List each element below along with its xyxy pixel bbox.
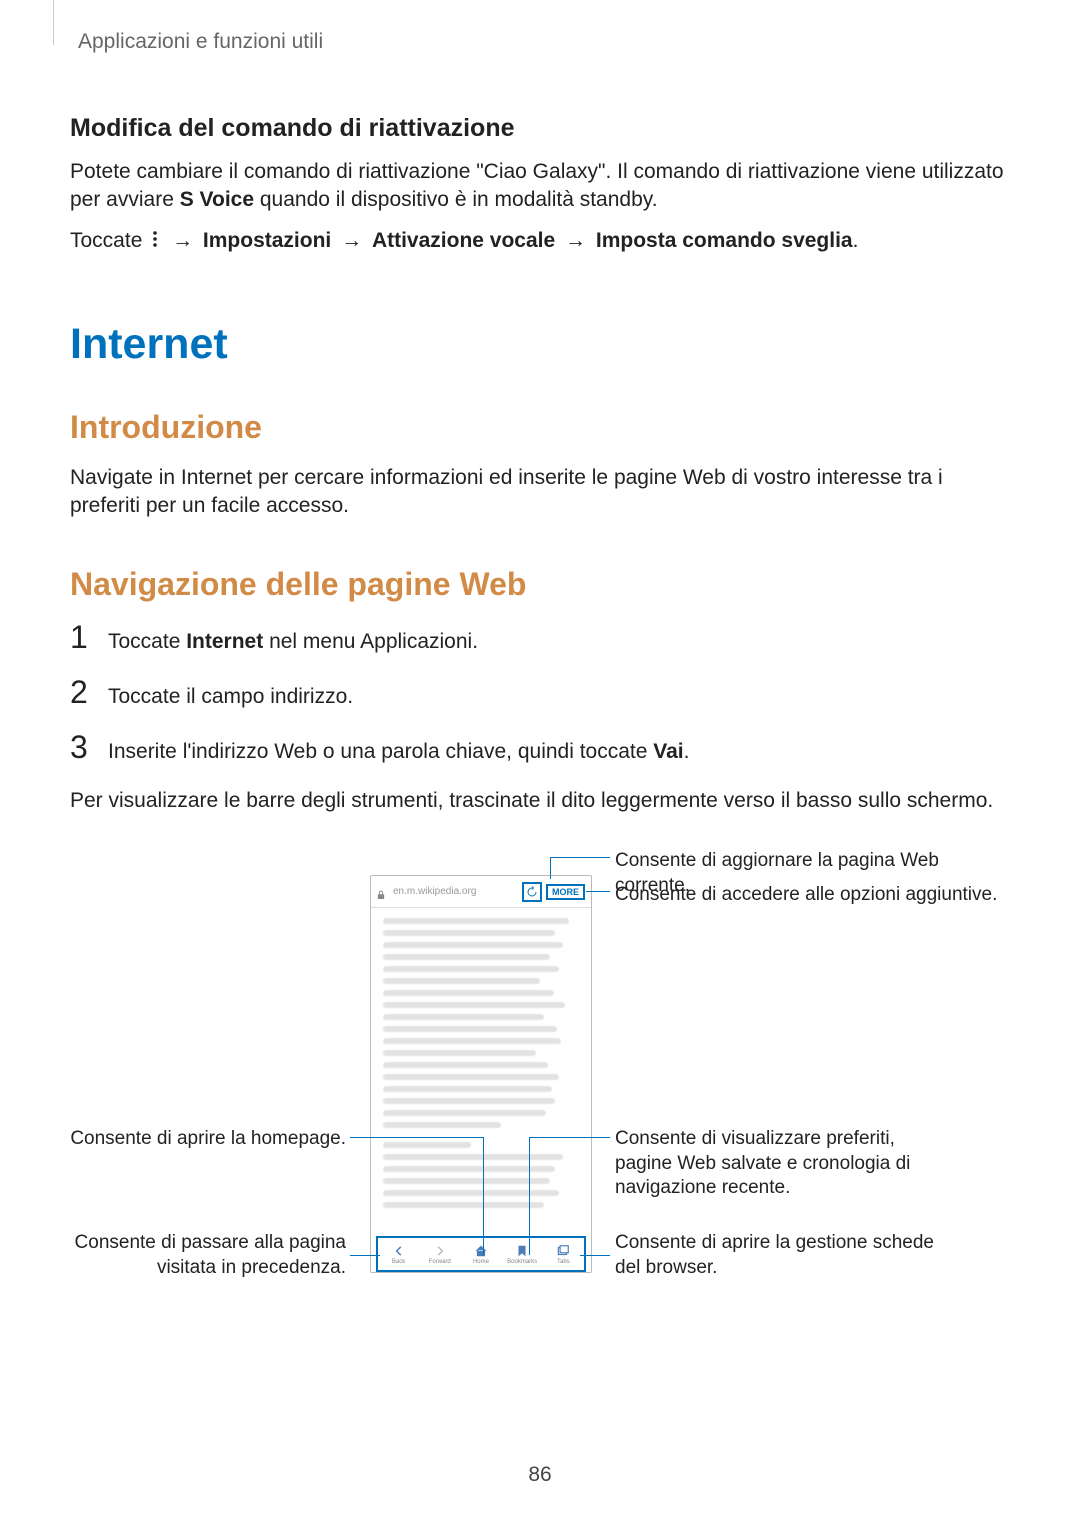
text-span: Toccate <box>108 630 186 653</box>
phone-mockup: en.m.wikipedia.org MORE <box>370 875 592 1273</box>
callout-bookmarks: Consente di visualizzare preferiti, pagi… <box>615 1127 955 1201</box>
section-modifica-title: Modifica del comando di riattivazione <box>70 114 1010 143</box>
blurred-page-content <box>371 908 591 1218</box>
callout-more: Consente di accedere alle opzioni aggiun… <box>615 883 997 908</box>
page-number: 86 <box>528 1463 551 1487</box>
step-text: Toccate Internet nel menu Applicazioni. <box>102 628 478 656</box>
nav-label: Back <box>392 1259 405 1265</box>
text-span: . <box>853 229 859 252</box>
nav-label: Home <box>473 1259 489 1265</box>
path-step: Imposta comando sveglia <box>596 229 853 252</box>
lock-icon <box>377 887 385 897</box>
home-button[interactable]: Home <box>466 1244 496 1265</box>
section-modifica-p2: Toccate → Impostazioni → Attivazione voc… <box>70 227 1010 255</box>
callout-back: Consente di passare alla pagina visitata… <box>60 1231 346 1280</box>
text-span: Inserite l'indirizzo Web o una parola ch… <box>108 740 653 763</box>
nav-label: Bookmarks <box>507 1259 537 1265</box>
browser-topbar: en.m.wikipedia.org MORE <box>371 876 591 908</box>
bookmarks-button[interactable]: Bookmarks <box>507 1244 537 1265</box>
step-1: 1 Toccate Internet nel menu Applicazioni… <box>70 621 1010 656</box>
path-step: Impostazioni <box>203 229 331 252</box>
section-introduzione-title: Introduzione <box>70 409 1010 446</box>
arrow-icon: → <box>565 229 586 252</box>
main-heading-internet: Internet <box>70 320 1010 369</box>
refresh-button[interactable] <box>522 882 542 902</box>
more-button[interactable]: MORE <box>546 884 585 900</box>
text-bold: S Voice <box>180 188 254 211</box>
text-span: nel menu Applicazioni. <box>263 630 478 653</box>
arrow-icon: → <box>341 229 362 252</box>
chapter-header: Applicazioni e funzioni utili <box>70 30 1010 54</box>
text-span: . <box>684 740 690 763</box>
browser-bottombar: Back Forward Home Bookmarks Tabs <box>376 1236 586 1272</box>
forward-button[interactable]: Forward <box>425 1244 455 1265</box>
more-dots-icon <box>152 228 158 256</box>
nav-label: Forward <box>429 1259 451 1265</box>
path-step: Attivazione vocale <box>372 229 555 252</box>
callout-homepage: Consente di aprire la homepage. <box>60 1127 346 1152</box>
nav-label: Tabs <box>557 1259 570 1265</box>
text-bold: Internet <box>186 630 263 653</box>
section3-note: Per visualizzare le barre degli strument… <box>70 787 1010 815</box>
step-number: 2 <box>70 676 102 708</box>
step-2: 2 Toccate il campo indirizzo. <box>70 676 1010 711</box>
tabs-button[interactable]: Tabs <box>548 1244 578 1265</box>
step-number: 3 <box>70 731 102 763</box>
step-number: 1 <box>70 621 102 653</box>
section-navigazione-title: Navigazione delle pagine Web <box>70 566 1010 603</box>
arrow-icon: → <box>172 229 193 252</box>
callout-tabs: Consente di aprire la gestione schede de… <box>615 1231 935 1280</box>
back-button[interactable]: Back <box>384 1244 414 1265</box>
text-span: Toccate <box>70 229 148 252</box>
text-span: quando il dispositivo è in modalità stan… <box>254 188 658 211</box>
step-text: Toccate il campo indirizzo. <box>102 683 353 711</box>
url-display: en.m.wikipedia.org <box>389 886 518 897</box>
section-introduzione-p1: Navigate in Internet per cercare informa… <box>70 464 1010 521</box>
step-text: Inserite l'indirizzo Web o una parola ch… <box>102 738 689 766</box>
step-3: 3 Inserite l'indirizzo Web o una parola … <box>70 731 1010 766</box>
browser-diagram: en.m.wikipedia.org MORE <box>70 855 1010 1315</box>
text-bold: Vai <box>653 740 683 763</box>
section-modifica-p1: Potete cambiare il comando di riattivazi… <box>70 158 1010 215</box>
